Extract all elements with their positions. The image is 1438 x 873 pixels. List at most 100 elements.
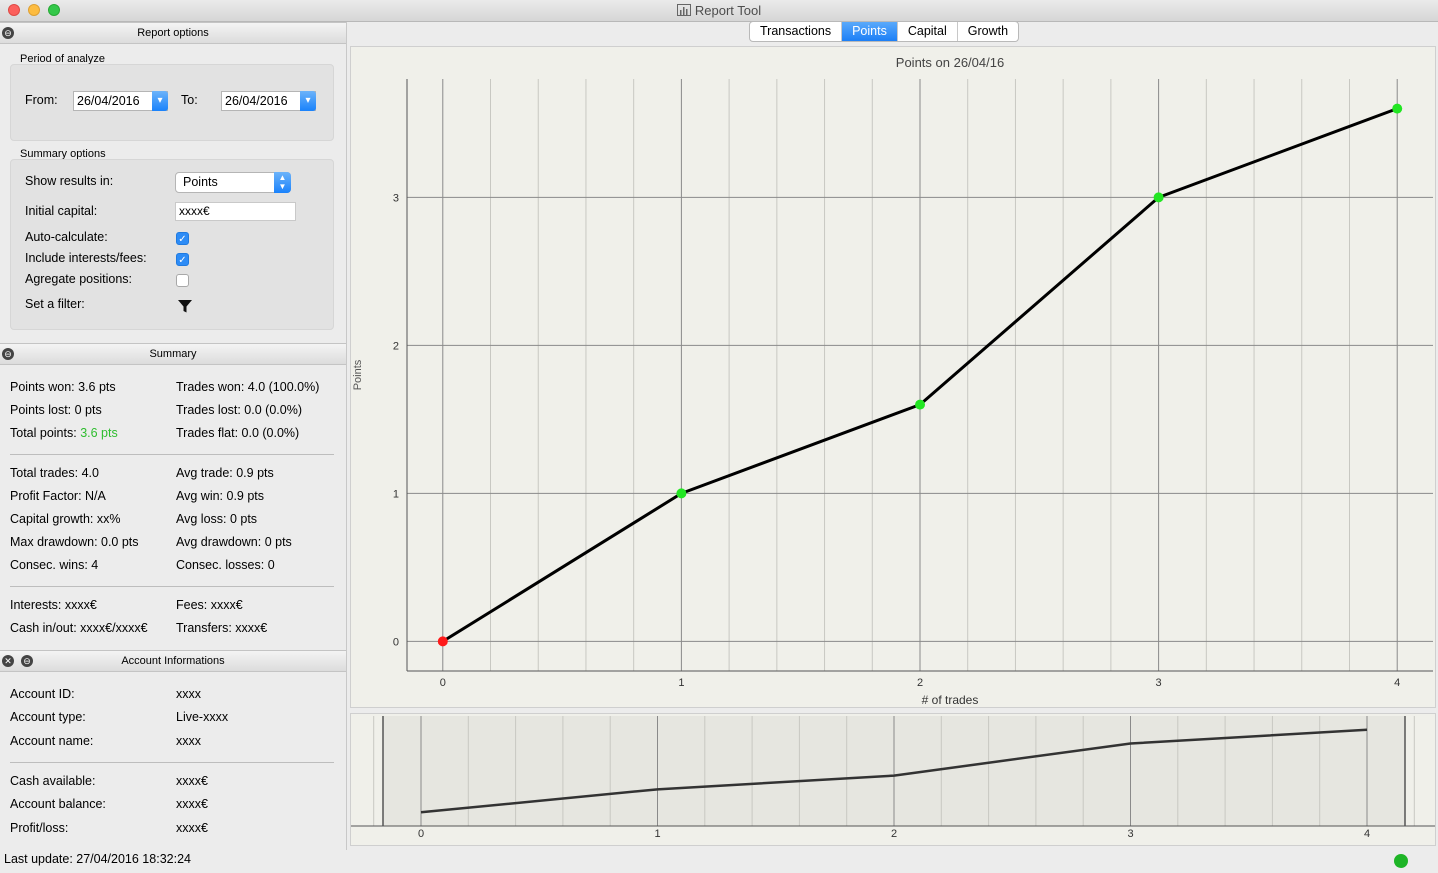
points-chart-panel: Points on 26/04/16 0 1 2 3 4 0 1 2 3 # of trades Po… [350,46,1436,708]
points-lost: Points lost: 0 pts [10,403,102,417]
x-tick-label: 3 [1127,828,1133,840]
collapse-icon[interactable]: ⊖ [21,655,33,667]
x-axis-label: # of trades [922,693,979,707]
points-won: Points won: 3.6 pts [10,380,116,394]
data-point [1153,192,1164,203]
include-fees-checkbox[interactable]: ✓ [176,253,189,266]
data-point [437,636,448,647]
avg-trade: Avg trade: 0.9 pts [176,466,274,480]
initial-capital-input[interactable]: xxxx€ [175,202,296,221]
account-name-value: xxxx [176,734,201,748]
close-icon[interactable]: ✕ [2,655,14,667]
x-tick-label: 3 [1156,677,1162,689]
from-label: From: [25,93,58,107]
max-drawdown: Max drawdown: 0.0 pts [10,535,139,549]
profit-factor: Profit Factor: N/A [10,489,106,503]
window-title: Report Tool [0,3,1438,18]
aggregate-checkbox[interactable] [176,274,189,287]
report-options-header[interactable]: ⊖ Report options [0,22,346,44]
account-name-label: Account name: [10,734,94,748]
to-label: To: [181,93,198,107]
account-id-label: Account ID: [10,687,75,701]
filter-icon[interactable] [177,298,193,314]
y-tick-label: 2 [393,340,399,352]
chart-title: Points on 26/04/16 [896,55,1004,70]
tab-transactions[interactable]: Transactions [750,22,843,41]
x-tick-label: 1 [678,677,684,689]
collapse-icon[interactable]: ⊖ [2,348,14,360]
auto-calculate-label: Auto-calculate: [25,230,108,244]
summary-header[interactable]: ⊖ Summary [0,343,346,365]
x-tick-label: 2 [917,677,923,689]
x-tick-label: 1 [654,828,660,840]
y-axis-label: Points [352,359,364,390]
cash-inout: Cash in/out: xxxx€/xxxx€ [10,621,148,635]
fees: Fees: xxxx€ [176,598,243,612]
include-fees-label: Include interests/fees: [25,251,147,265]
aggregate-label: Agregate positions: [25,272,133,286]
trades-won: Trades won: 4.0 (100.0%) [176,380,320,394]
last-update-status: Last update: 27/04/2016 18:32:24 [4,852,191,866]
avg-drawdown: Avg drawdown: 0 pts [176,535,292,549]
data-point [915,399,925,410]
summary-title: Summary [149,348,197,360]
tab-capital[interactable]: Capital [898,22,958,41]
divider [10,454,334,455]
chevron-down-icon[interactable]: ▾ [300,91,316,111]
y-tick-label: 1 [393,488,399,500]
tab-points[interactable]: Points [842,22,898,41]
updown-arrows-icon[interactable]: ▲ ▼ [274,172,291,193]
account-balance-label: Account balance: [10,797,106,811]
navigator-chart[interactable]: 0 1 2 3 4 [351,714,1435,845]
avg-win: Avg win: 0.9 pts [176,489,265,503]
consec-losses: Consec. losses: 0 [176,558,275,572]
data-point [676,488,687,499]
total-points: Total points: 3.6 pts [10,426,118,440]
points-chart[interactable]: Points on 26/04/16 0 1 2 3 4 0 1 2 3 # of trades Po… [351,47,1435,707]
chevron-down-icon[interactable]: ▾ [152,91,168,111]
account-title: Account Informations [121,655,225,667]
left-panel: ⊖ Report options Period of analyze From:… [0,22,347,850]
report-options-title: Report options [137,27,209,39]
status-indicator [1394,854,1408,868]
x-tick-label: 2 [891,828,897,840]
y-tick-label: 0 [393,636,399,648]
from-date-value: 26/04/2016 [77,94,140,108]
x-tick-label: 0 [418,828,424,840]
consec-wins: Consec. wins: 4 [10,558,99,572]
window-titlebar: Report Tool [0,0,1438,22]
window-title-text: Report Tool [694,3,762,18]
collapse-icon[interactable]: ⊖ [2,27,14,39]
tab-growth[interactable]: Growth [958,22,1018,41]
divider [10,762,334,763]
total-points-value: 3.6 pts [80,426,118,440]
transfers: Transfers: xxxx€ [176,621,268,635]
data-point [1392,103,1403,114]
account-header[interactable]: ✕ ⊖ Account Informations [0,650,346,672]
initial-capital-label: Initial capital: [25,204,98,218]
show-results-label: Show results in: [25,174,114,188]
auto-calculate-checkbox[interactable]: ✓ [176,232,189,245]
account-type-value: Live-xxxx [176,710,229,724]
cash-available-value: xxxx€ [176,774,208,788]
trades-lost: Trades lost: 0.0 (0.0%) [176,403,302,417]
show-results-select[interactable]: Points ▲ ▼ [175,172,291,193]
interests: Interests: xxxx€ [10,598,97,612]
to-date-picker[interactable]: 26/04/2016 ▾ [221,91,316,111]
y-tick-label: 3 [393,192,399,204]
account-id-value: xxxx [176,687,201,701]
total-points-label: Total points: [10,426,81,440]
navigator-panel: 0 1 2 3 4 [350,713,1436,846]
from-date-picker[interactable]: 26/04/2016 ▾ [73,91,168,111]
trades-flat: Trades flat: 0.0 (0.0%) [176,426,300,440]
x-tick-label: 4 [1364,828,1370,840]
show-results-value: Points [183,175,218,189]
x-tick-label: 4 [1394,677,1400,689]
cash-available-label: Cash available: [10,774,96,788]
profit-loss-label: Profit/loss: [10,821,69,835]
view-tabs: Transactions Points Capital Growth [749,21,1020,42]
account-type-label: Account type: [10,710,86,724]
divider [10,586,334,587]
account-balance-value: xxxx€ [176,797,208,811]
avg-loss: Avg loss: 0 pts [176,512,258,526]
